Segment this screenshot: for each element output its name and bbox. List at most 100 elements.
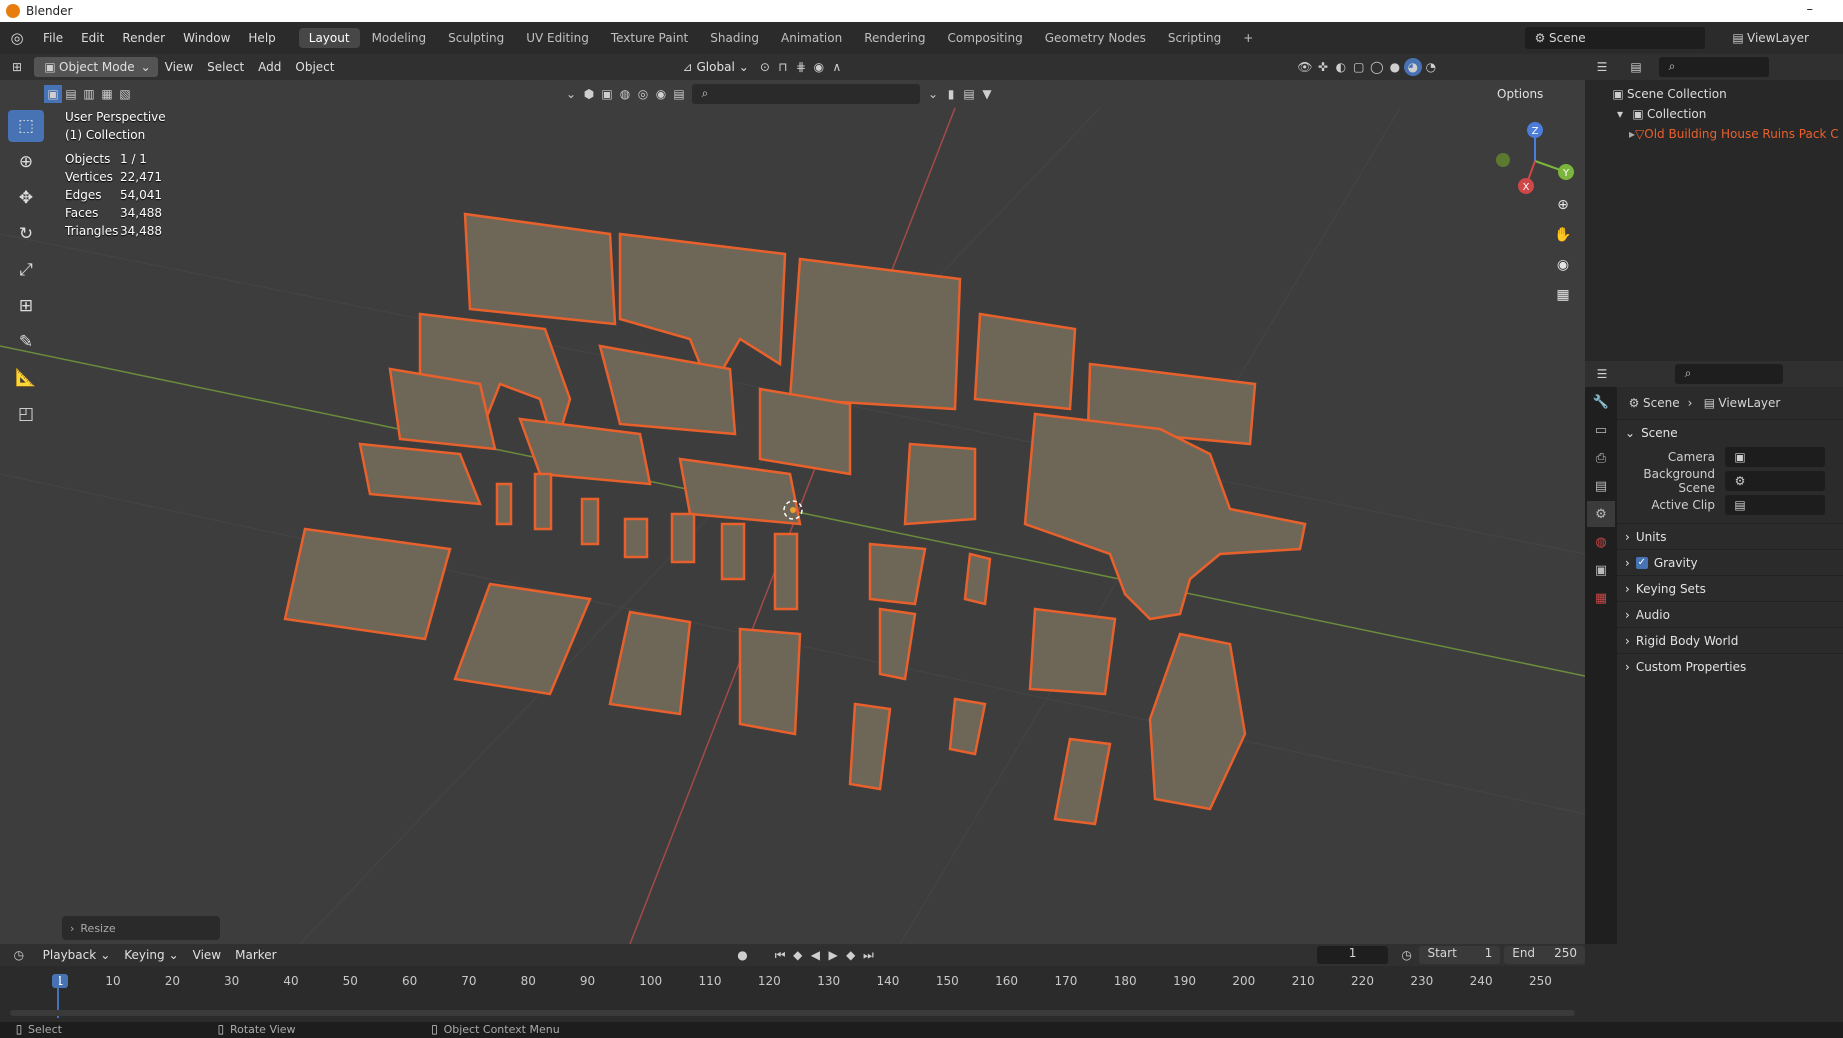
gravity-checkbox[interactable]: ✓ — [1635, 556, 1648, 569]
snap-increment-icon[interactable]: ⋕ — [792, 58, 810, 76]
last-operator-panel[interactable]: › Resize — [62, 916, 220, 940]
tab-shading[interactable]: Shading — [700, 28, 769, 48]
editor-type-icon[interactable]: ⊞ — [8, 58, 26, 76]
view-layer-tab-icon[interactable]: ▤ — [1587, 473, 1615, 499]
filter-icon-4[interactable]: ◉ — [652, 85, 670, 103]
tab-sculpting[interactable]: Sculpting — [438, 28, 514, 48]
jump-start-icon[interactable]: ⏮ — [771, 946, 789, 964]
pan-hand-icon[interactable]: ✋ — [1550, 222, 1576, 248]
wireframe-shading-icon[interactable]: ◯ — [1368, 58, 1386, 76]
perspective-toggle-icon[interactable]: ▦ — [1550, 282, 1576, 308]
timeline-menu-playback[interactable]: Playback ⌄ — [36, 945, 118, 965]
filter-dropdown-2-icon[interactable]: ⌄ — [924, 85, 942, 103]
start-frame-field[interactable]: Start 1 — [1419, 946, 1501, 964]
render-tab-icon[interactable]: ▭ — [1587, 417, 1615, 443]
tab-scripting[interactable]: Scripting — [1158, 28, 1231, 48]
jump-keyframe-forward-icon[interactable]: ◆ — [842, 946, 860, 964]
tab-layout[interactable]: Layout — [298, 28, 360, 48]
custom-properties-section[interactable]: › Custom Properties — [1617, 653, 1843, 679]
timeline-menu-view[interactable]: View — [186, 945, 228, 965]
annotate-tool-icon[interactable]: ✎ — [8, 326, 44, 358]
snap-icon[interactable]: ⊓ — [774, 58, 792, 76]
units-section[interactable]: › Units — [1617, 523, 1843, 549]
minimize-icon[interactable]: – — [1807, 2, 1814, 17]
rigid-body-world-section[interactable]: › Rigid Body World — [1617, 627, 1843, 653]
outliner-item-collection[interactable]: ▾ ▣ Collection — [1585, 104, 1843, 124]
bookmark-icon[interactable]: ▮ — [942, 85, 960, 103]
gravity-section[interactable]: › ✓ Gravity — [1617, 549, 1843, 575]
current-frame-field[interactable]: 1 — [1317, 946, 1388, 964]
menu-render[interactable]: Render — [113, 31, 174, 45]
add-cube-tool-icon[interactable]: ◰ — [8, 398, 44, 430]
overlays-toggle-icon[interactable]: ◐ — [1332, 58, 1350, 76]
visibility-icon[interactable]: 👁 — [1296, 58, 1314, 76]
scene-tab-icon[interactable]: ⚙ — [1587, 501, 1615, 527]
play-icon[interactable]: ▶ — [824, 946, 842, 964]
xray-icon[interactable]: ▢ — [1350, 58, 1368, 76]
filter-icon-2[interactable]: ◍ — [616, 85, 634, 103]
texture-tab-icon[interactable]: ▦ — [1587, 585, 1615, 611]
viewport-menu-object[interactable]: Object — [288, 57, 341, 77]
proportional-edit-icon[interactable]: ◉ — [810, 58, 828, 76]
collection-tab-icon[interactable]: ▣ — [1587, 557, 1615, 583]
outliner-item-scene-collection[interactable]: ▣ Scene Collection — [1585, 84, 1843, 104]
timeline-scrollbar[interactable] — [10, 1010, 1575, 1016]
neg-y-axis-ball[interactable] — [1496, 153, 1510, 167]
select-box-tool-icon[interactable]: ⬚ — [8, 110, 44, 142]
jump-end-icon[interactable]: ⏭ — [860, 946, 878, 964]
add-workspace-button[interactable]: + — [1233, 28, 1263, 48]
viewlayer-selector[interactable]: ▤ ViewLayer — [1725, 27, 1843, 49]
tab-animation[interactable]: Animation — [771, 28, 852, 48]
record-icon[interactable]: ● — [734, 946, 752, 964]
timeline-menu-marker[interactable]: Marker — [228, 945, 283, 965]
select-box-intersect-icon[interactable]: ▧ — [116, 85, 134, 103]
frame-ruler[interactable]: 1 10 20 30 40 50 60 70 80 90 100 110 120 130 140 150 160… — [0, 974, 1585, 996]
tab-modeling[interactable]: Modeling — [362, 28, 437, 48]
properties-editor-icon[interactable]: ☰ — [1593, 365, 1611, 383]
blender-menu-icon[interactable]: ◎ — [8, 29, 26, 47]
jump-keyframe-back-icon[interactable]: ◆ — [789, 946, 807, 964]
options-button[interactable]: Options — [1490, 84, 1550, 104]
menu-edit[interactable]: Edit — [72, 31, 113, 45]
outliner-search-input[interactable]: ⌕ — [1659, 57, 1769, 77]
transform-orientation-selector[interactable]: ⊿ Global ⌄ — [672, 57, 756, 77]
viewport-search-input[interactable]: ⌕ — [692, 84, 920, 104]
clock-icon[interactable]: ◷ — [1398, 946, 1416, 964]
select-box-extend-icon[interactable]: ▤ — [62, 85, 80, 103]
scene-selector[interactable]: ⚙ Scene — [1525, 27, 1705, 49]
viewport-menu-select[interactable]: Select — [200, 57, 251, 77]
cursor-tool-icon[interactable]: ⊕ — [8, 146, 44, 178]
zoom-icon[interactable]: ⊕ — [1550, 192, 1576, 218]
viewport-menu-add[interactable]: Add — [251, 57, 288, 77]
viewport-menu-view[interactable]: View — [158, 57, 200, 77]
tab-geometry-nodes[interactable]: Geometry Nodes — [1035, 28, 1156, 48]
menu-window[interactable]: Window — [174, 31, 239, 45]
tool-tab-icon[interactable]: 🔧 — [1587, 389, 1615, 415]
move-tool-icon[interactable]: ✥ — [8, 182, 44, 214]
properties-search-input[interactable]: ⌕ — [1675, 364, 1783, 384]
tab-uv-editing[interactable]: UV Editing — [516, 28, 599, 48]
filter-icon-3[interactable]: ◎ — [634, 85, 652, 103]
background-scene-field[interactable]: ⚙ — [1725, 471, 1825, 491]
measure-tool-icon[interactable]: 📐 — [8, 362, 44, 394]
filter-dropdown-icon[interactable]: ⌄ — [562, 85, 580, 103]
mode-selector[interactable]: ▣ Object Mode ⌄ — [34, 57, 158, 77]
camera-field[interactable]: ▣ — [1725, 447, 1825, 467]
object-type-mesh-icon[interactable]: ⬢ — [580, 85, 598, 103]
transform-tool-icon[interactable]: ⊞ — [8, 290, 44, 322]
timeline-editor-icon[interactable]: ◷ — [10, 946, 28, 964]
tab-compositing[interactable]: Compositing — [937, 28, 1032, 48]
tab-texture-paint[interactable]: Texture Paint — [601, 28, 698, 48]
scale-tool-icon[interactable]: ⤢ — [8, 254, 44, 286]
pivot-point-icon[interactable]: ⊙ — [756, 58, 774, 76]
tab-rendering[interactable]: Rendering — [854, 28, 935, 48]
3d-viewport[interactable]: ⊞ ▣ Object Mode ⌄ View Select Add Object… — [0, 54, 1585, 944]
solid-shading-icon[interactable]: ● — [1386, 58, 1404, 76]
filter-icon-5[interactable]: ▤ — [670, 85, 688, 103]
expand-down-icon[interactable]: ▾ — [1611, 105, 1629, 123]
filter-icon-1[interactable]: ▣ — [598, 85, 616, 103]
play-reverse-icon[interactable]: ◀ — [807, 946, 825, 964]
audio-section[interactable]: › Audio — [1617, 601, 1843, 627]
material-shading-icon[interactable]: ◕ — [1403, 58, 1422, 76]
end-frame-field[interactable]: End 250 — [1504, 946, 1585, 964]
